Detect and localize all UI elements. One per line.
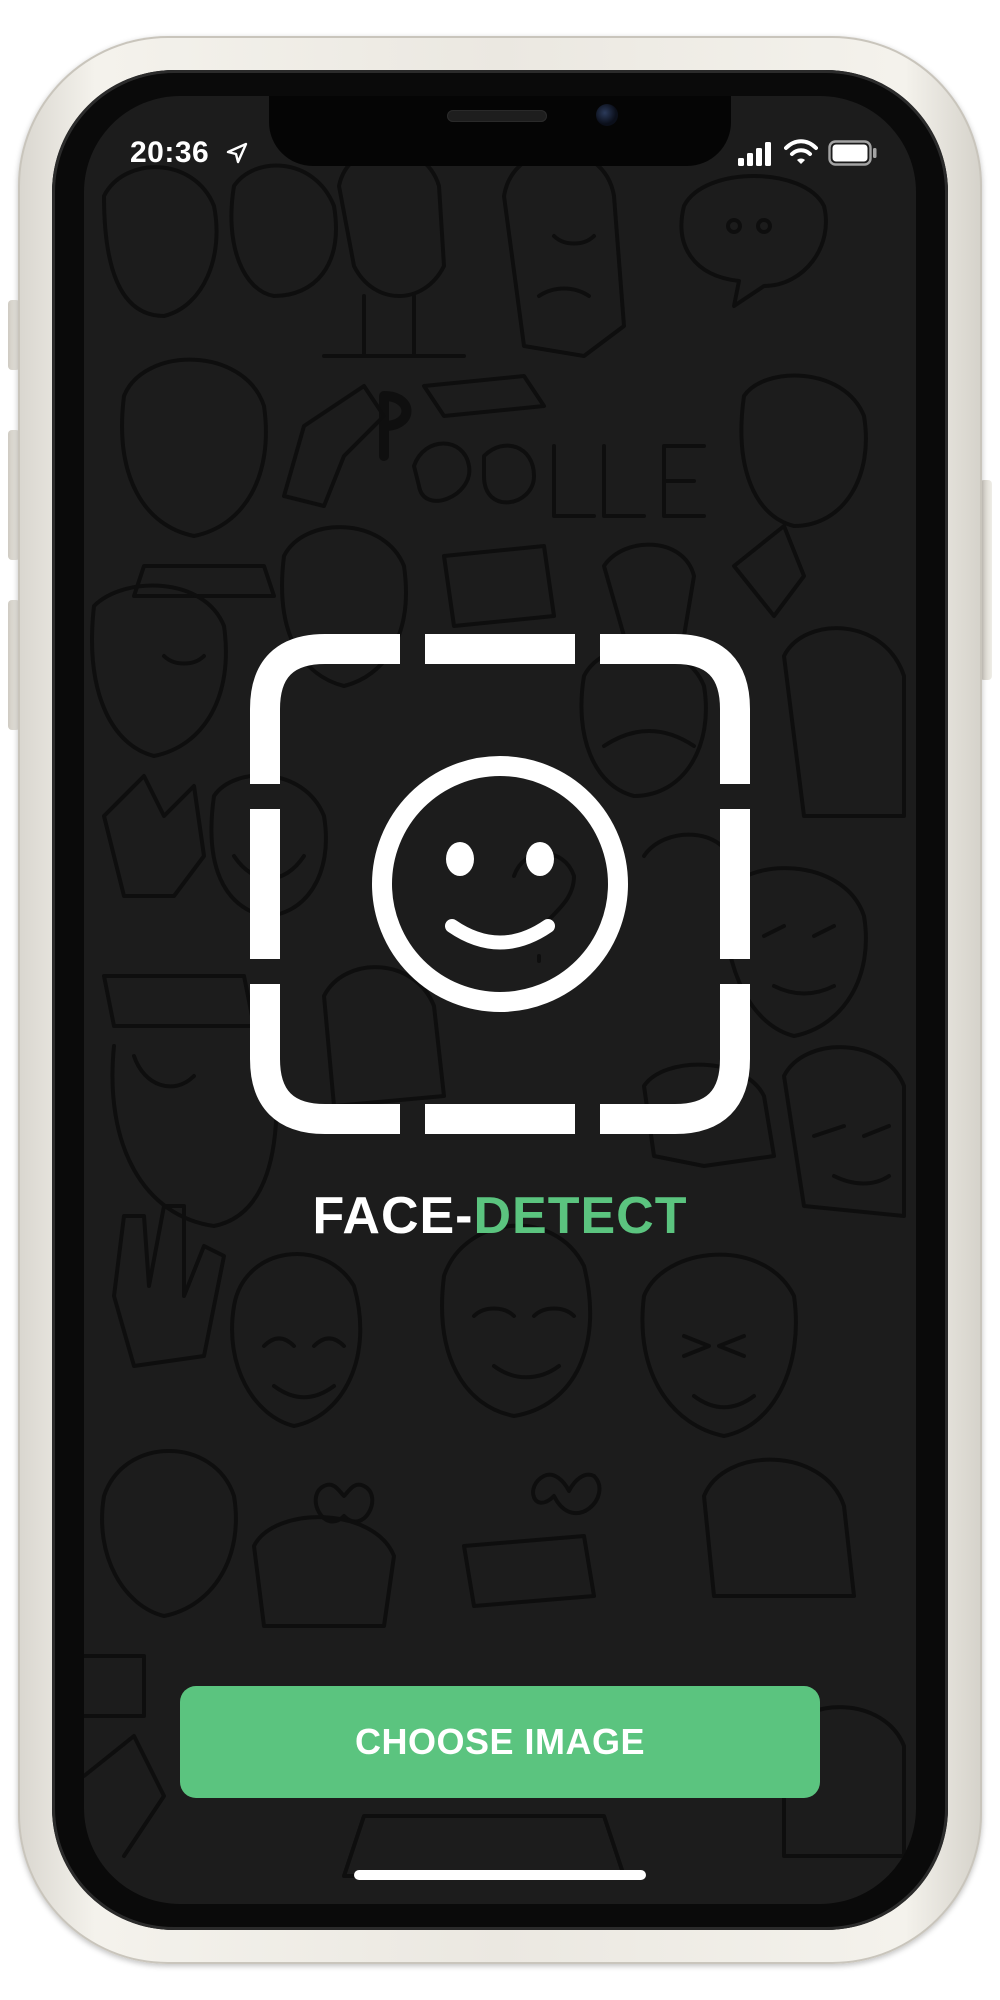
cellular-signal-icon <box>738 142 771 166</box>
app-title-face: FACE- <box>312 1187 474 1245</box>
app-screen: 20:36 FACE-DETECT CHOOSE IMAGE <box>84 96 916 1904</box>
app-title: FACE-DETECT <box>84 1186 916 1246</box>
wifi-icon <box>784 139 818 164</box>
battery-icon <box>828 140 877 166</box>
notch <box>269 96 731 166</box>
speaker-grille <box>447 110 547 122</box>
app-title-detect: DETECT <box>473 1187 688 1245</box>
front-camera <box>596 104 618 126</box>
location-arrow-icon <box>226 142 248 164</box>
device-mockup: 20:36 FACE-DETECT CHOOSE IMAGE <box>0 0 1000 2000</box>
status-time: 20:36 <box>130 136 210 169</box>
face-detect-icon <box>250 634 750 1134</box>
choose-image-button[interactable]: CHOOSE IMAGE <box>180 1686 820 1798</box>
home-indicator[interactable] <box>354 1870 646 1880</box>
